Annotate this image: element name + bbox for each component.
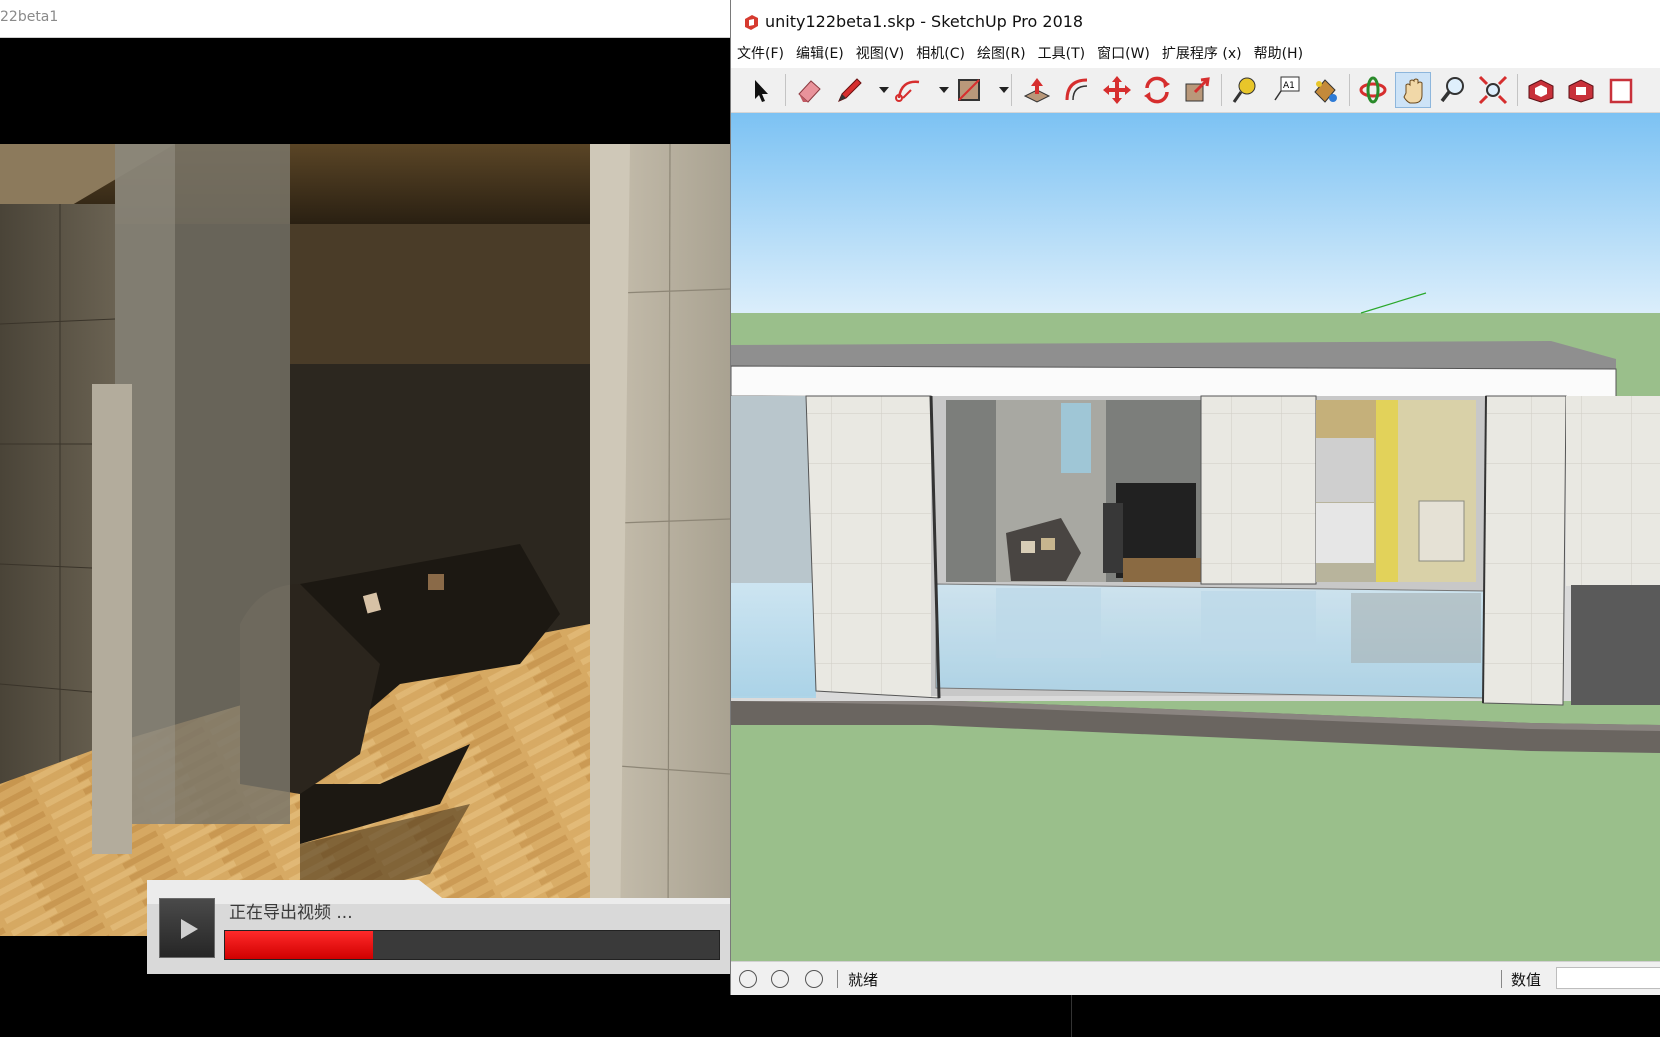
menu-window[interactable]: 窗口(W) [1091,44,1156,68]
select-tool-icon[interactable] [743,72,779,108]
push-pull-tool-icon[interactable] [1019,72,1055,108]
render-window-titlebar[interactable]: 22beta1 [0,0,730,38]
rectangle-tool-icon[interactable] [951,72,987,108]
menu-bar: 文件(F) 编辑(E) 视图(V) 相机(C) 绘图(R) 工具(T) 窗口(W… [731,44,1660,68]
menu-camera[interactable]: 相机(C) [910,44,971,68]
export-progress-bar [224,930,720,960]
sketchup-titlebar[interactable]: unity122beta1.skp - SketchUp Pro 2018 [731,0,1660,44]
pan-tool-icon[interactable] [1395,72,1431,108]
export-video-panel: 正在导出视频 ... [147,880,730,974]
menu-extensions[interactable]: 扩展程序 (x) [1156,44,1248,68]
info-icon[interactable] [771,970,789,988]
export-progress-fill [225,931,374,959]
menu-file[interactable]: 文件(F) [731,44,790,68]
extension-warehouse-tool-icon[interactable] [1563,72,1599,108]
window-title: unity122beta1.skp - SketchUp Pro 2018 [765,12,1084,31]
user-account-icon[interactable] [805,970,823,988]
geo-location-icon[interactable] [739,970,757,988]
pencil-tool-icon[interactable] [831,72,867,108]
play-icon [181,919,198,939]
text-tool-icon[interactable]: A1 [1267,72,1303,108]
svg-text:A1: A1 [1283,81,1295,91]
arc-tool-icon[interactable] [891,72,927,108]
measurements-input[interactable] [1556,967,1660,989]
render-window-title: 22beta1 [0,9,59,25]
orbit-tool-icon[interactable] [1355,72,1391,108]
desktop-background [730,995,1660,1037]
eraser-tool-icon[interactable] [791,72,827,108]
desktop-divider [1071,995,1072,1037]
paint-bucket-tool-icon[interactable] [1307,72,1343,108]
warehouse-tool-icon[interactable] [1523,72,1559,108]
scale-tool-icon[interactable] [1179,72,1215,108]
render-viewport [0,144,730,936]
zoom-tool-icon[interactable] [1435,72,1471,108]
render-scene-image [0,144,730,936]
move-tool-icon[interactable] [1099,72,1135,108]
sketchup-logo-icon [745,15,758,30]
menu-help[interactable]: 帮助(H) [1248,44,1309,68]
play-button[interactable] [159,898,215,958]
status-message: 就绪 [848,971,879,989]
3d-model-viewport[interactable] [731,113,1660,961]
rotate-tool-icon[interactable] [1139,72,1175,108]
sketchup-window: unity122beta1.skp - SketchUp Pro 2018 文件… [730,0,1660,995]
measurements-label: 数值 [1511,971,1542,989]
offset-tool-icon[interactable] [1059,72,1095,108]
main-toolbar: A1 [731,68,1660,113]
model-scene [731,113,1660,961]
zoom-extents-tool-icon[interactable] [1475,72,1511,108]
layout-tool-icon[interactable] [1603,72,1639,108]
render-preview-window: 22beta1 正在导出视频 ... [0,0,730,1037]
export-status-text: 正在导出视频 ... [229,903,353,923]
tape-measure-tool-icon[interactable] [1227,72,1263,108]
menu-draw[interactable]: 绘图(R) [971,44,1032,68]
status-bar: 就绪 数值 [731,961,1660,995]
menu-edit[interactable]: 编辑(E) [790,44,850,68]
menu-tools[interactable]: 工具(T) [1032,44,1091,68]
menu-view[interactable]: 视图(V) [850,44,911,68]
